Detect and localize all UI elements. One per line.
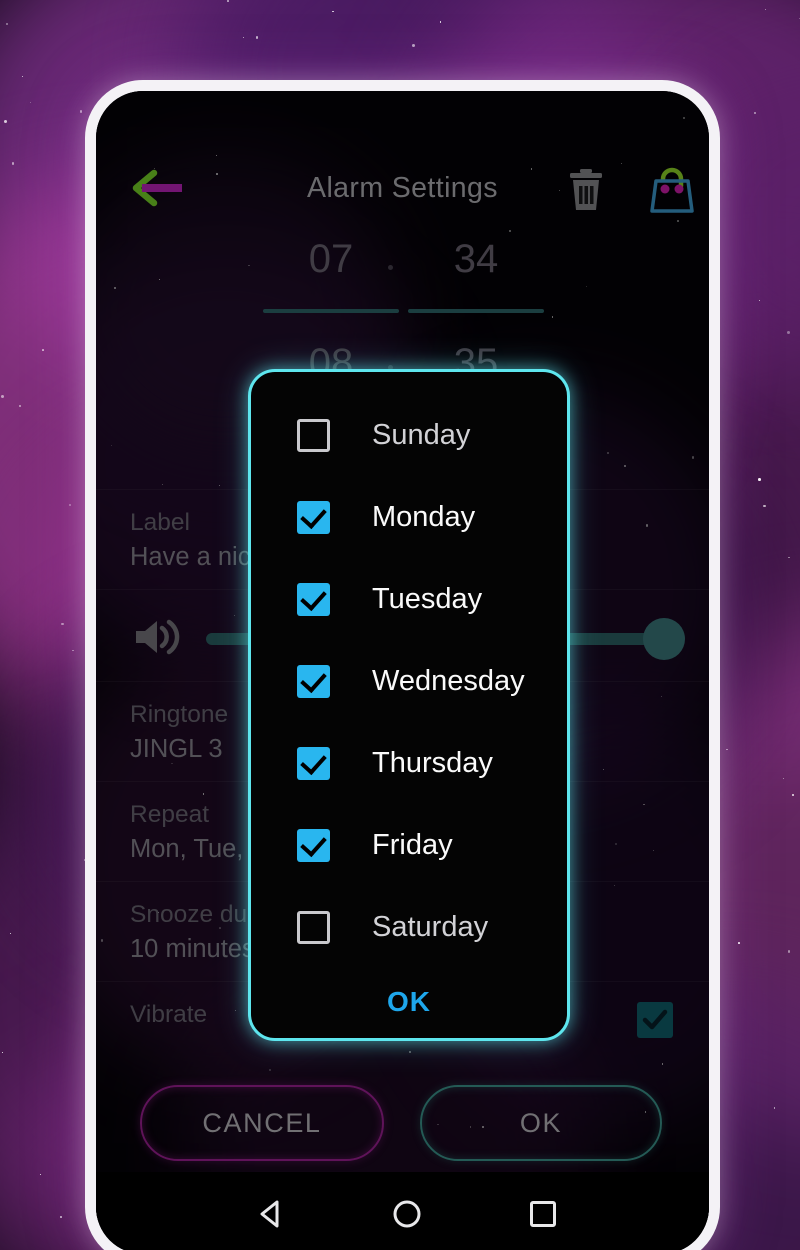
phone-screen: Alarm Settings 07 08 34 35 Label Have a … (96, 91, 709, 1250)
day-label-thursday: Thursday (372, 747, 493, 779)
checkbox-sunday[interactable] (297, 418, 330, 452)
day-row-saturday[interactable]: Saturday (251, 886, 567, 968)
nav-back-icon[interactable] (251, 1194, 291, 1234)
day-label-wednesday: Wednesday (372, 665, 525, 697)
day-row-thursday[interactable]: Thursday (251, 722, 567, 804)
nav-home-icon[interactable] (387, 1194, 427, 1234)
day-row-wednesday[interactable]: Wednesday (251, 640, 567, 722)
repeat-days-dialog: Sunday Monday Tuesday Wednesday Thursday… (248, 369, 570, 1041)
day-label-friday: Friday (372, 829, 453, 861)
day-label-sunday: Sunday (372, 419, 471, 451)
phone-device-frame: Alarm Settings 07 08 34 35 Label Have a … (85, 80, 720, 1250)
day-label-monday: Monday (372, 501, 476, 533)
checkbox-wednesday[interactable] (297, 664, 330, 698)
day-row-tuesday[interactable]: Tuesday (251, 558, 567, 640)
day-row-sunday[interactable]: Sunday (251, 394, 567, 476)
checkbox-saturday[interactable] (297, 910, 330, 944)
day-row-monday[interactable]: Monday (251, 476, 567, 558)
checkbox-tuesday[interactable] (297, 582, 330, 616)
checkbox-thursday[interactable] (297, 746, 330, 780)
day-label-tuesday: Tuesday (372, 583, 483, 615)
day-row-friday[interactable]: Friday (251, 804, 567, 886)
nav-recents-icon[interactable] (523, 1194, 563, 1234)
day-label-saturday: Saturday (372, 911, 489, 943)
dialog-ok-button[interactable]: OK (251, 986, 567, 1018)
checkbox-friday[interactable] (297, 828, 330, 862)
android-navigation-bar (96, 1172, 709, 1250)
checkbox-monday[interactable] (297, 500, 330, 534)
